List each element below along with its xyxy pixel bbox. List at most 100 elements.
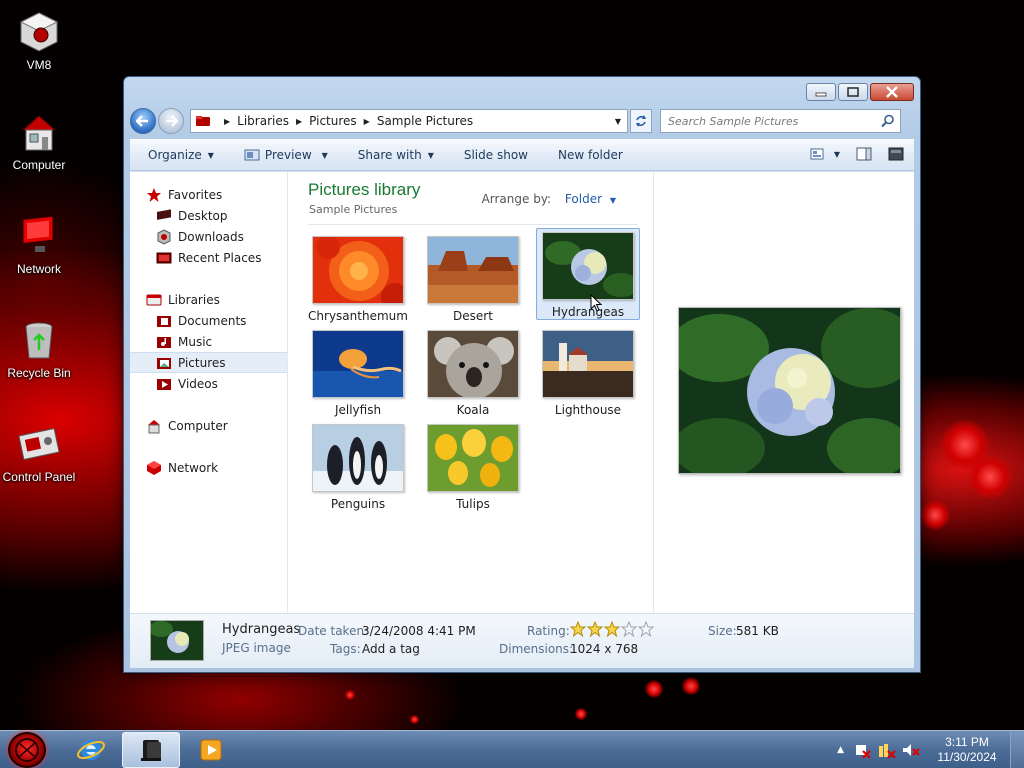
videos-icon (157, 378, 171, 390)
network-icon (147, 460, 161, 475)
arrange-by-label: Arrange by: (481, 192, 552, 206)
nav-item-music[interactable]: Music (130, 331, 287, 352)
address-bar[interactable]: ▶ Libraries ▶ Pictures ▶ Sample Pictures… (190, 109, 628, 133)
clock-date: 11/30/2024 (937, 750, 997, 764)
wallpaper-glow (920, 500, 950, 530)
star-filled-icon[interactable] (570, 621, 586, 637)
show-desktop-button[interactable] (1010, 731, 1024, 768)
nav-label: Pictures (178, 355, 226, 370)
documents-icon (157, 315, 171, 327)
chevron-down-icon[interactable]: ▼ (610, 196, 616, 205)
start-button[interactable] (8, 732, 46, 768)
file-item-koala[interactable]: Koala (421, 326, 525, 418)
file-item-chrysanthemum[interactable]: Chrysanthemum (306, 232, 410, 324)
desktop-icon-recycle-bin[interactable]: Recycle Bin (0, 318, 78, 380)
file-item-hydrangeas[interactable]: Hydrangeas (536, 228, 640, 320)
wallpaper-glow (968, 455, 1012, 499)
nav-item-downloads[interactable]: Downloads (130, 226, 287, 247)
preview-button[interactable]: Preview ▼ (244, 148, 328, 162)
command-bar: Organize ▼ Preview ▼ Share with ▼ Slide … (130, 139, 914, 170)
slide-show-label: Slide show (463, 148, 528, 162)
nav-libraries[interactable]: Libraries (130, 289, 287, 310)
nav-item-pictures[interactable]: Pictures (130, 352, 287, 373)
nav-network[interactable]: Network (130, 457, 287, 478)
taskbar-internet-explorer[interactable] (62, 732, 120, 768)
breadcrumb-pictures[interactable]: Pictures (309, 114, 357, 128)
organize-button[interactable]: Organize ▼ (148, 148, 214, 162)
back-button[interactable] (130, 108, 156, 134)
star-empty-icon[interactable] (621, 621, 637, 637)
downloads-icon (157, 228, 171, 245)
view-icon (810, 148, 824, 160)
computer-icon (148, 419, 160, 433)
desktop-icon-vm8[interactable]: VM8 (0, 10, 78, 72)
action-center-icon[interactable] (854, 742, 872, 758)
preview-pane (653, 172, 914, 614)
library-title: Pictures library (308, 180, 421, 199)
desktop-icon-control-panel[interactable]: Control Panel (0, 422, 78, 484)
file-name: Desert (453, 309, 493, 323)
start-orb-icon (15, 738, 39, 762)
clock-time: 3:11 PM (945, 735, 989, 749)
slide-show-button[interactable]: Slide show (464, 148, 528, 162)
nav-label: Desktop (178, 208, 228, 223)
preview-image-hydrangeas (678, 307, 901, 474)
volume-muted-icon[interactable] (902, 742, 920, 758)
help-icon[interactable] (888, 147, 904, 161)
date-taken-value[interactable]: 3/24/2008 4:41 PM (362, 624, 476, 638)
arrange-by-dropdown[interactable]: Folder (565, 192, 602, 206)
desktop-icon-computer[interactable]: Computer (0, 110, 78, 172)
recent-places-icon (156, 252, 172, 263)
close-button[interactable] (870, 83, 914, 101)
nav-label: Documents (178, 313, 247, 328)
address-history-dropdown[interactable]: ▼ (611, 113, 625, 129)
wallpaper-glow (575, 708, 587, 720)
chevron-down-icon: ▼ (833, 149, 840, 159)
show-hidden-icons-button[interactable]: ▲ (837, 745, 844, 755)
change-view-button[interactable]: ▼ (810, 148, 840, 160)
search-icon[interactable] (881, 114, 895, 131)
system-tray: ▲ 3:11 PM 11/30/2024 (837, 731, 1024, 768)
desktop-icon-network[interactable]: Network (0, 214, 78, 276)
nav-item-documents[interactable]: Documents (130, 310, 287, 331)
search-box[interactable] (660, 109, 901, 133)
nav-item-desktop[interactable]: Desktop (130, 205, 287, 226)
file-item-tulips[interactable]: Tulips (421, 420, 525, 512)
recycle-bin-icon (25, 322, 53, 359)
star-filled-icon[interactable] (604, 621, 620, 637)
wallpaper-glow (645, 680, 663, 698)
rating-stars[interactable] (570, 621, 654, 637)
tags-input[interactable]: Add a tag (362, 642, 420, 656)
breadcrumb-libraries[interactable]: Libraries (237, 114, 289, 128)
minimize-button[interactable] (806, 83, 836, 101)
divider (308, 224, 638, 225)
preview-icon (244, 149, 260, 161)
nav-favorites[interactable]: Favorites (130, 184, 287, 205)
nav-item-videos[interactable]: Videos (130, 373, 287, 394)
taskbar-windows-explorer[interactable] (122, 732, 180, 768)
taskbar-media-player[interactable] (182, 732, 240, 768)
clock[interactable]: 3:11 PM 11/30/2024 (932, 735, 1002, 765)
search-input[interactable] (668, 114, 868, 128)
star-filled-icon[interactable] (587, 621, 603, 637)
file-name: Tulips (456, 497, 490, 511)
nav-computer[interactable]: Computer (130, 415, 287, 436)
nav-item-recent-places[interactable]: Recent Places (130, 247, 287, 268)
forward-button[interactable] (158, 108, 184, 134)
maximize-button[interactable] (838, 83, 868, 101)
network-status-icon[interactable] (878, 742, 896, 758)
refresh-button[interactable] (630, 109, 652, 133)
file-name: Lighthouse (554, 403, 622, 417)
star-empty-icon[interactable] (638, 621, 654, 637)
file-item-penguins[interactable]: Penguins (306, 420, 410, 512)
file-item-jellyfish[interactable]: Jellyfish (306, 326, 410, 418)
file-item-desert[interactable]: Desert (421, 232, 525, 324)
nav-label: Computer (168, 418, 228, 433)
file-item-lighthouse[interactable]: Lighthouse (536, 326, 640, 418)
breadcrumb-sample-pictures[interactable]: Sample Pictures (377, 114, 473, 128)
nav-label: Recent Places (178, 250, 262, 265)
star-icon (147, 187, 161, 202)
new-folder-button[interactable]: New folder (558, 148, 623, 162)
share-with-button[interactable]: Share with ▼ (358, 148, 434, 162)
preview-pane-toggle-icon[interactable] (856, 147, 872, 161)
